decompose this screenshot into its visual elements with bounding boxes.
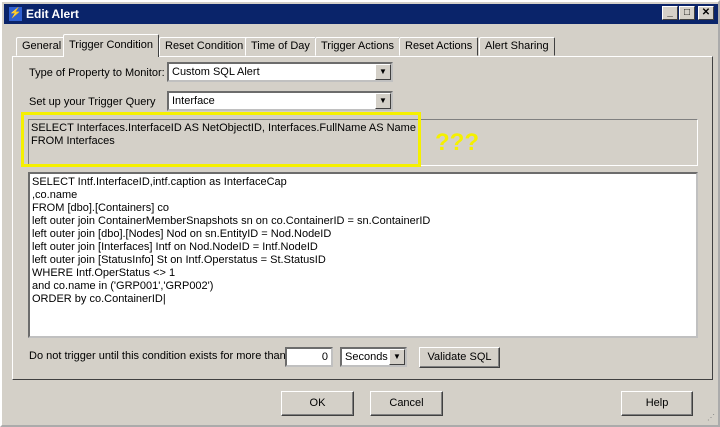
tab-reset-condition[interactable]: Reset Condition xyxy=(159,37,250,56)
delay-input[interactable]: 0 xyxy=(285,347,333,367)
chevron-down-icon[interactable]: ▼ xyxy=(375,93,391,109)
minimize-button[interactable]: _ xyxy=(662,6,678,20)
resize-grip-icon[interactable]: ⋰ xyxy=(707,413,715,422)
close-button[interactable]: ✕ xyxy=(698,6,714,20)
cancel-button[interactable]: Cancel xyxy=(370,391,443,416)
validate-sql-button[interactable]: Validate SQL xyxy=(419,347,500,368)
alert-icon: ⚡ xyxy=(9,7,22,21)
property-type-select[interactable]: Custom SQL Alert ▼ xyxy=(167,62,393,82)
query-label: Set up your Trigger Query xyxy=(29,96,156,108)
tab-trigger-actions[interactable]: Trigger Actions xyxy=(315,37,400,56)
tab-trigger-condition[interactable]: Trigger Condition xyxy=(63,34,159,57)
tab-general[interactable]: General xyxy=(16,37,68,56)
edit-alert-window: ⚡ Edit Alert _ □ ✕ General Trigger Condi… xyxy=(0,0,720,427)
delay-label: Do not trigger until this condition exis… xyxy=(29,350,286,362)
sql-editor[interactable]: SELECT Intf.InterfaceID,intf.caption as … xyxy=(28,172,698,338)
maximize-button[interactable]: □ xyxy=(679,6,695,20)
property-type-value: Custom SQL Alert xyxy=(172,66,260,78)
title-bar: ⚡ Edit Alert xyxy=(4,4,718,24)
tab-alert-sharing[interactable]: Alert Sharing xyxy=(479,37,555,56)
tab-time-of-day[interactable]: Time of Day xyxy=(245,37,316,56)
help-button[interactable]: Help xyxy=(621,391,693,416)
delay-unit-value: Seconds xyxy=(345,351,388,363)
trigger-query-select[interactable]: Interface ▼ xyxy=(167,91,393,111)
ok-button[interactable]: OK xyxy=(281,391,354,416)
property-label: Type of Property to Monitor: xyxy=(29,67,165,79)
chevron-down-icon[interactable]: ▼ xyxy=(375,64,391,80)
delay-unit-select[interactable]: Seconds ▼ xyxy=(340,347,407,367)
window-title: Edit Alert xyxy=(26,7,79,21)
trigger-query-value: Interface xyxy=(172,95,215,107)
chevron-down-icon[interactable]: ▼ xyxy=(389,349,405,365)
tab-reset-actions[interactable]: Reset Actions xyxy=(399,37,479,56)
annotation-text: ??? xyxy=(435,129,479,156)
highlight-box xyxy=(21,112,421,167)
